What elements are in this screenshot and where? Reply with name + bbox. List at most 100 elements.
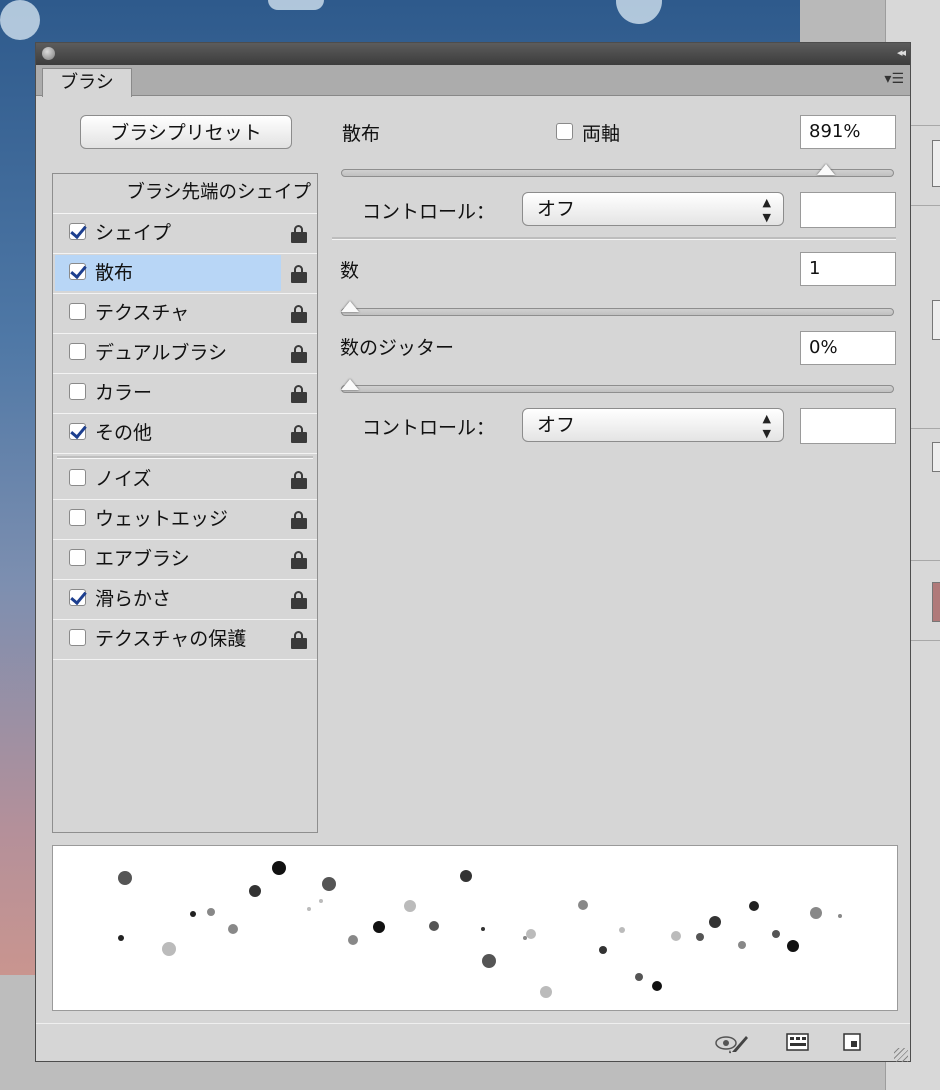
preview-dot (272, 861, 286, 875)
lock-icon[interactable] (291, 425, 307, 443)
preview-dot (348, 935, 358, 945)
scatter-control-field[interactable] (800, 192, 896, 228)
list-item[interactable]: テクスチャ (53, 294, 317, 334)
preview-dot (404, 900, 416, 912)
panel-titlebar[interactable]: ◂◂ (36, 43, 910, 65)
count-jitter-slider-knob[interactable] (341, 379, 359, 390)
lock-icon[interactable] (291, 591, 307, 609)
item-label: ノイズ (95, 468, 152, 490)
lock-icon[interactable] (291, 471, 307, 489)
count-slider-knob[interactable] (341, 301, 359, 312)
brush-grid-icon[interactable] (786, 1032, 810, 1052)
bokeh-light (0, 0, 40, 40)
preview-dot (307, 907, 311, 911)
preview-dot (523, 936, 527, 940)
bokeh-light (616, 0, 662, 24)
preview-dot (709, 916, 721, 928)
lock-icon[interactable] (291, 551, 307, 569)
scatter-value-field[interactable]: 891% (800, 115, 896, 149)
item-checkbox[interactable] (69, 549, 86, 566)
count-jitter-control-value: オフ (537, 414, 576, 436)
item-label: シェイプ (95, 222, 172, 244)
count-jitter-control-label: コントロール： (362, 417, 496, 439)
brush-presets-button[interactable]: ブラシプリセット (80, 115, 292, 149)
item-label: テクスチャ (95, 302, 190, 324)
item-checkbox[interactable] (69, 469, 86, 486)
preview-dot (207, 908, 215, 916)
preview-dot (322, 877, 336, 891)
preview-dot (619, 927, 625, 933)
lock-icon[interactable] (291, 385, 307, 403)
preview-dot (671, 931, 681, 941)
list-item[interactable]: エアブラシ (53, 540, 317, 580)
panel-footer (36, 1023, 910, 1064)
panel-tabbar: ブラシ ▾☰ (36, 65, 910, 97)
count-jitter-control-field[interactable] (800, 408, 896, 444)
list-item[interactable]: ノイズ (53, 460, 317, 500)
item-checkbox[interactable] (69, 223, 86, 240)
preview-dot (373, 921, 385, 933)
lock-icon[interactable] (291, 225, 307, 243)
item-label: カラー (95, 382, 153, 404)
count-value-field[interactable]: 1 (800, 252, 896, 286)
brush-settings-list: ブラシ先端のシェイプ シェイプ散布テクスチャデュアルブラシ カラーその他ノイズウェ… (52, 173, 318, 833)
lock-icon[interactable] (291, 265, 307, 283)
scatter-control-select[interactable]: オフ ▲ ▼ (522, 192, 784, 226)
item-checkbox[interactable] (69, 509, 86, 526)
list-item[interactable]: 散布 (53, 254, 317, 294)
item-label: テクスチャの保護 (95, 628, 247, 650)
preview-dot (319, 899, 323, 903)
item-checkbox[interactable] (69, 629, 86, 646)
preview-dot (738, 941, 746, 949)
count-jitter-value-field[interactable]: 0% (800, 331, 896, 365)
list-item[interactable]: デュアルブラシ (53, 334, 317, 374)
bokeh-light (268, 0, 324, 10)
list-item[interactable]: カラー (53, 374, 317, 414)
item-checkbox[interactable] (69, 383, 86, 400)
count-jitter-slider-track[interactable] (341, 385, 894, 393)
preview-dot (162, 942, 176, 956)
tab-brush[interactable]: ブラシ (42, 68, 132, 97)
select-arrows-icon: ▲ ▼ (762, 412, 771, 440)
item-label: ウェットエッジ (95, 508, 229, 530)
item-label: その他 (95, 422, 153, 444)
close-icon[interactable] (42, 47, 55, 60)
item-label: デュアルブラシ (95, 342, 228, 364)
both-axes-checkbox[interactable] (556, 123, 573, 140)
list-item[interactable]: ウェットエッジ (53, 500, 317, 540)
lock-icon[interactable] (291, 511, 307, 529)
select-arrows-icon: ▲ ▼ (762, 196, 771, 224)
list-item[interactable]: シェイプ (53, 214, 317, 254)
count-jitter-label: 数のジッター (340, 337, 455, 359)
scatter-slider-knob[interactable] (817, 164, 836, 175)
preview-dot (838, 914, 842, 918)
lock-icon[interactable] (291, 305, 307, 323)
preview-dot (696, 933, 704, 941)
preview-dot (118, 871, 132, 885)
brush-tip-shape-item[interactable]: ブラシ先端のシェイプ (53, 174, 317, 214)
stroke-preview-dots (118, 861, 842, 998)
lock-icon[interactable] (291, 631, 307, 649)
item-checkbox[interactable] (69, 343, 86, 360)
lock-icon[interactable] (291, 345, 307, 363)
list-item[interactable]: テクスチャの保護 (53, 620, 317, 660)
list-divider (57, 456, 313, 459)
preview-dot (118, 935, 124, 941)
collapse-icon[interactable]: ◂◂ (897, 46, 906, 59)
list-item[interactable]: その他 (53, 414, 317, 454)
preview-dot (578, 900, 588, 910)
panel-menu-icon[interactable]: ▾☰ (884, 71, 904, 87)
item-checkbox[interactable] (69, 263, 86, 280)
item-checkbox[interactable] (69, 303, 86, 320)
item-label: 滑らかさ (95, 588, 172, 610)
count-slider-track[interactable] (341, 308, 894, 316)
list-item[interactable]: 滑らかさ (53, 580, 317, 620)
scatter-slider-track[interactable] (341, 169, 894, 177)
item-label: エアブラシ (95, 548, 190, 570)
item-checkbox[interactable] (69, 423, 86, 440)
item-checkbox[interactable] (69, 589, 86, 606)
new-preset-icon[interactable] (842, 1032, 864, 1052)
count-jitter-control-select[interactable]: オフ ▲ ▼ (522, 408, 784, 442)
eye-brush-icon[interactable] (714, 1032, 754, 1054)
resize-grip-icon[interactable] (894, 1048, 908, 1062)
